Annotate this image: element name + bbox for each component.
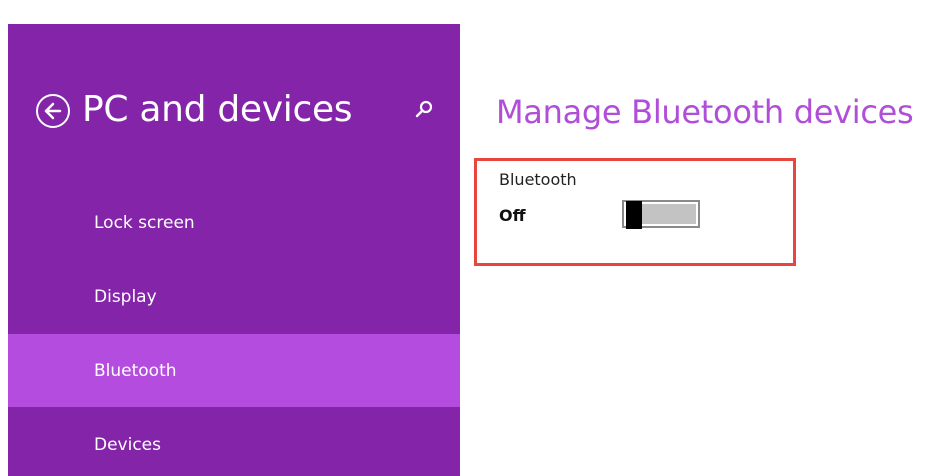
sidebar-item-label: Lock screen (94, 212, 195, 233)
settings-window: PC and devices Lock screen Display Bluet… (0, 0, 940, 476)
bluetooth-toggle[interactable] (622, 200, 700, 229)
sidebar-item-lock-screen[interactable]: Lock screen (8, 186, 460, 259)
toggle-thumb (626, 201, 642, 229)
sidebar-item-display[interactable]: Display (8, 260, 460, 333)
sidebar-item-devices[interactable]: Devices (8, 408, 460, 476)
sidebar-item-label: Display (94, 286, 157, 307)
search-icon (415, 100, 433, 118)
sidebar-item-label: Devices (94, 434, 161, 455)
bluetooth-state-text: Off (499, 206, 526, 225)
sidebar-title: PC and devices (82, 89, 353, 130)
back-button[interactable] (36, 94, 70, 128)
bluetooth-setting-label: Bluetooth (499, 170, 577, 189)
sidebar-item-bluetooth[interactable]: Bluetooth (8, 334, 460, 407)
page-title: Manage Bluetooth devices (496, 93, 914, 131)
back-arrow-icon (44, 102, 62, 120)
search-button[interactable] (414, 99, 434, 119)
top-strip (0, 0, 940, 24)
sidebar-item-label: Bluetooth (94, 360, 177, 381)
